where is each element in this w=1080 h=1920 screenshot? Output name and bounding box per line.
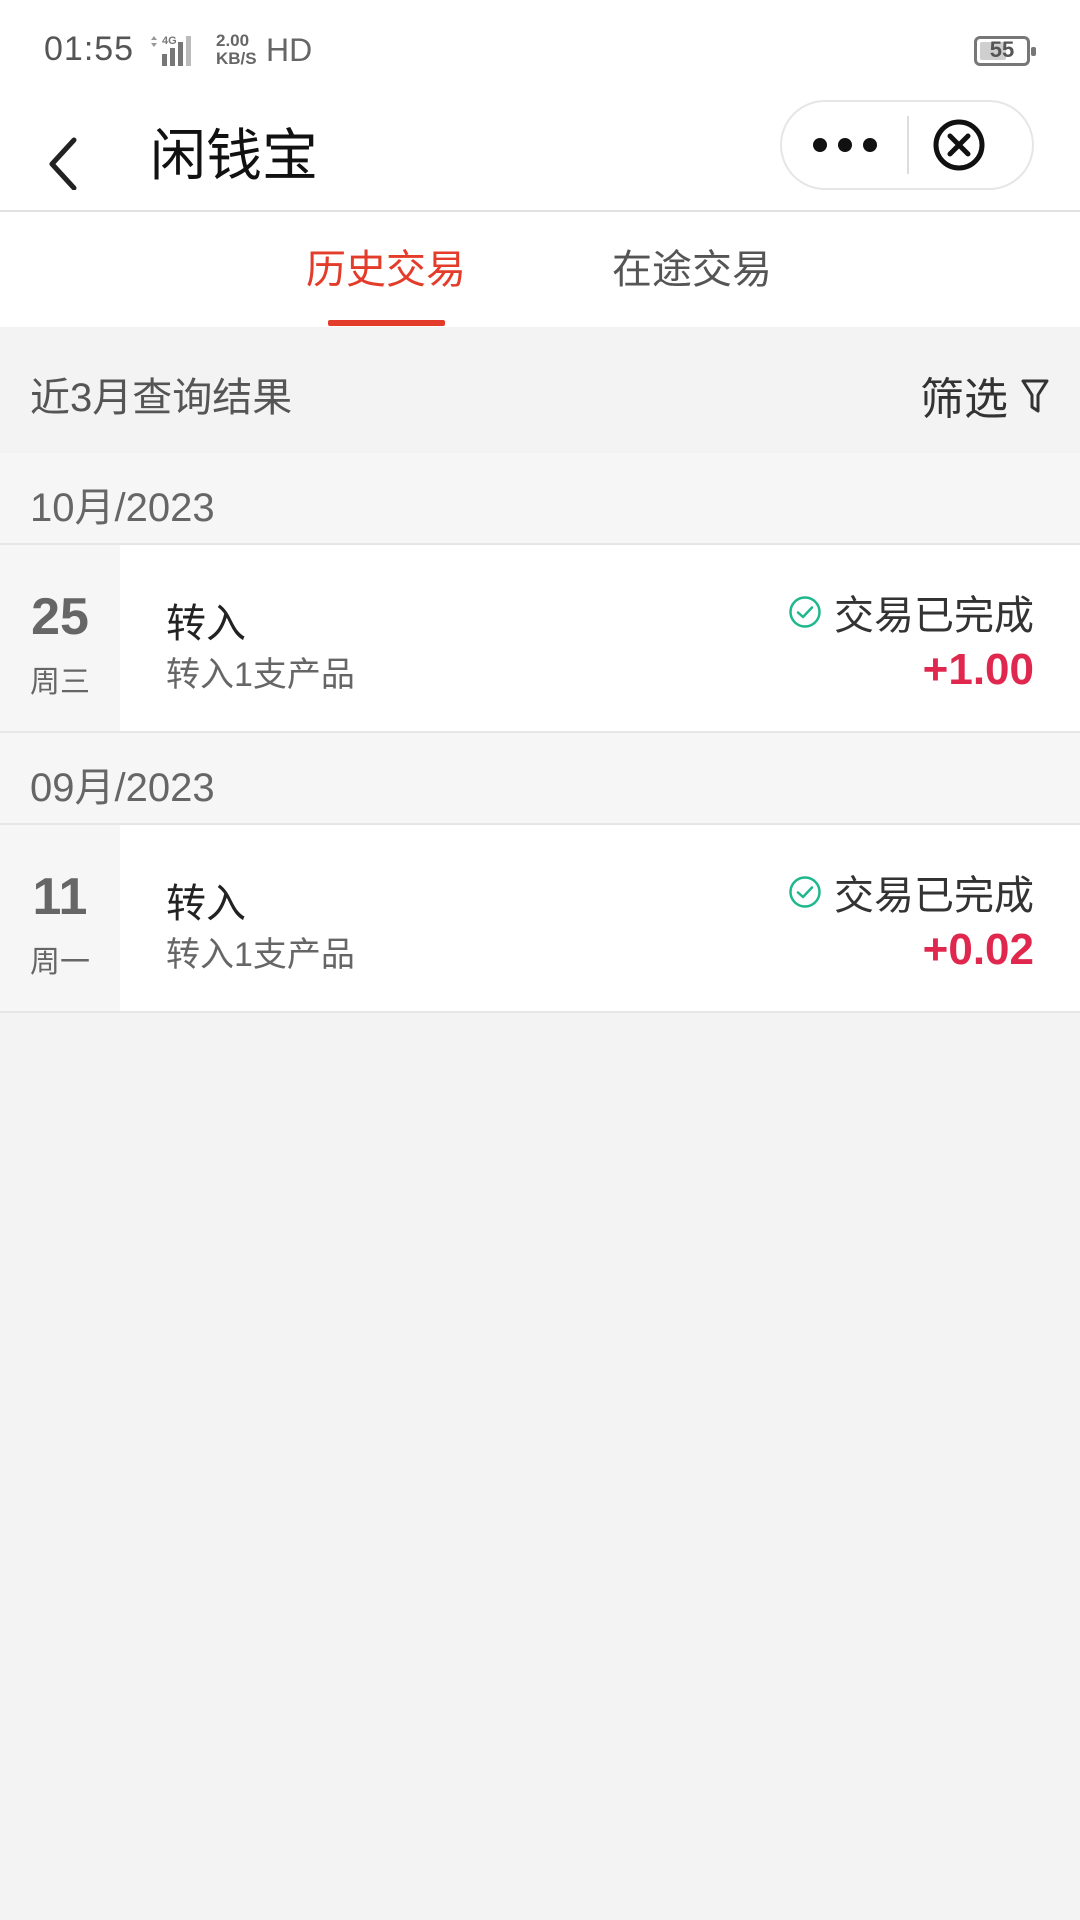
hd-indicator: HD	[266, 32, 313, 68]
transaction-type: 转入	[166, 602, 246, 646]
transaction-weekday: 周三	[30, 666, 90, 699]
month-label: 09月/2023	[30, 766, 215, 810]
tab-in-transit[interactable]: 在途交易	[612, 242, 772, 298]
query-summary: 近3月查询结果 筛选	[0, 327, 1080, 453]
transaction-status-text: 交易已完成	[834, 874, 1034, 918]
more-dots-icon	[812, 138, 827, 152]
network-speed-unit: KB/S	[216, 49, 257, 68]
status-time: 01:55	[44, 30, 135, 68]
month-label: 10月/2023	[30, 486, 215, 530]
transaction-weekday: 周一	[30, 946, 90, 979]
transaction-day: 11	[32, 868, 88, 926]
transaction-row[interactable]: 11 周一 转入 转入1支产品 交易已完成 +0.02	[0, 825, 1080, 1013]
filter-label: 筛选	[920, 375, 1008, 424]
tab-bar: 历史交易 在途交易	[0, 212, 1080, 327]
network-speed: 2.00 KB/S	[216, 32, 257, 68]
nav-bar: 闲钱宝	[0, 100, 1080, 212]
transaction-status-text: 交易已完成	[834, 594, 1034, 638]
back-button[interactable]	[40, 120, 100, 191]
transaction-date: 11 周一	[0, 825, 120, 1011]
transaction-date: 25 周三	[0, 545, 120, 731]
transaction-description: 转入1支产品	[166, 936, 355, 974]
mini-program-capsule	[780, 100, 1034, 190]
cellular-signal-icon: 4G	[151, 35, 191, 66]
transaction-description: 转入1支产品	[166, 656, 355, 694]
capsule-divider	[907, 116, 909, 174]
check-circle-icon	[789, 596, 821, 628]
more-dot	[862, 138, 877, 152]
active-tab-indicator	[328, 320, 445, 326]
network-type-label: 4G	[162, 35, 177, 47]
month-header: 09月/2023	[0, 733, 1080, 825]
month-header: 10月/2023	[0, 453, 1080, 545]
page-title: 闲钱宝	[150, 124, 318, 187]
filter-button[interactable]: 筛选	[920, 363, 1050, 427]
network-speed-value: 2.00	[216, 31, 250, 50]
close-icon[interactable]	[932, 118, 986, 172]
transaction-amount: +1.00	[922, 645, 1034, 694]
more-dot	[837, 138, 852, 152]
transaction-type: 转入	[166, 882, 246, 926]
more-button[interactable]	[782, 102, 907, 188]
transaction-amount: +0.02	[922, 925, 1034, 974]
status-bar: 01:55 4G 2.00 KB/S HD 55	[0, 0, 1080, 100]
filter-icon	[1021, 379, 1049, 413]
tab-history[interactable]: 历史交易	[306, 242, 466, 298]
transaction-status: 交易已完成	[788, 863, 1034, 921]
check-circle-icon	[789, 876, 821, 908]
battery-level: 55	[989, 37, 1015, 62]
transaction-status: 交易已完成	[788, 583, 1034, 641]
transaction-row[interactable]: 25 周三 转入 转入1支产品 交易已完成 +1.00	[0, 545, 1080, 733]
transaction-day: 25	[31, 588, 89, 646]
battery-icon: 55	[974, 36, 1036, 66]
query-result-label: 近3月查询结果	[30, 376, 293, 420]
chevron-left-icon	[49, 137, 77, 191]
